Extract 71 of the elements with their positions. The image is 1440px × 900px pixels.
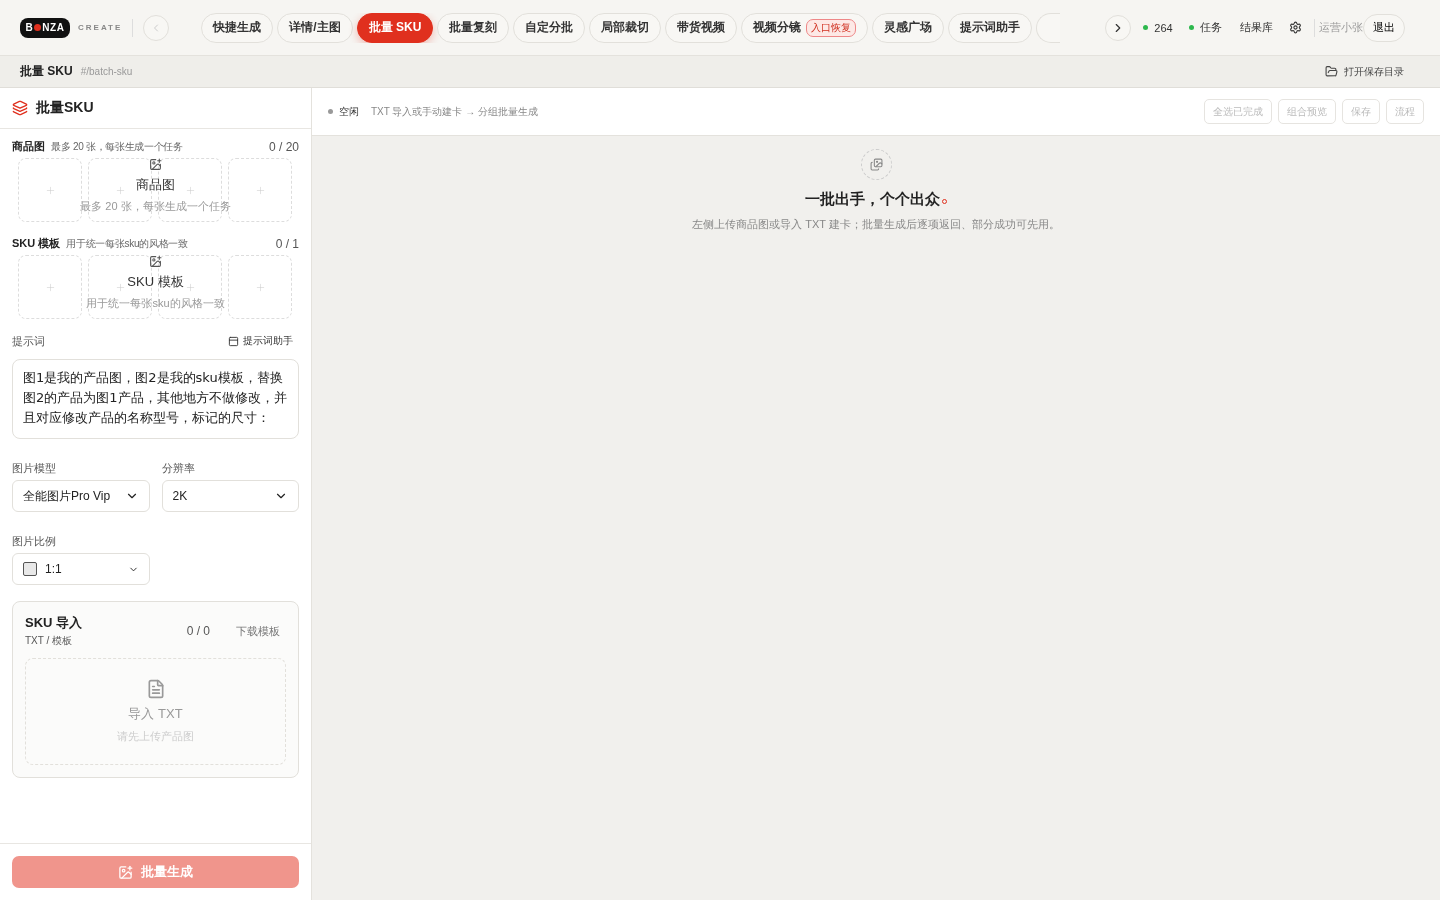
- image-add-icon: [118, 864, 133, 880]
- nav-tab[interactable]: 提示词助手: [948, 12, 1033, 43]
- upload-label: SKU 模板: [127, 273, 184, 291]
- square-icon: [23, 562, 37, 576]
- upload-count: 0 / 20: [268, 139, 299, 154]
- scroll-left-button[interactable]: [143, 14, 170, 41]
- plus-icon: [184, 281, 196, 293]
- upload-area[interactable]: 商品图 最多 20 张，每张生成一个任务: [12, 158, 299, 222]
- nav-tab[interactable]: 视频分镜 入口恢复: [741, 12, 869, 43]
- logo-tagline: CREATE: [78, 23, 123, 32]
- credits-count: 264: [1143, 21, 1173, 34]
- plus-icon: [114, 281, 126, 293]
- card-subtitle: TXT / 模板: [25, 634, 74, 648]
- field-label: 图片模型: [12, 461, 57, 476]
- plus-icon: [114, 184, 126, 196]
- plus-icon: [254, 281, 266, 293]
- logo: B NZA: [20, 17, 70, 38]
- status-indicator: 空闲: [328, 104, 359, 119]
- nav-tab[interactable]: 灵感广场: [872, 12, 945, 43]
- drop-title: 导入 TXT: [128, 705, 183, 723]
- field-label: 提示词: [12, 333, 45, 349]
- plus-icon: [254, 184, 266, 196]
- prompt-assistant-button[interactable]: 提示词助手: [222, 333, 299, 349]
- nav-tab[interactable]: 详情/主图: [277, 12, 353, 43]
- plus-icon: [44, 184, 56, 196]
- upload-hint: 最多 20 张，每张生成一个任务: [80, 199, 231, 214]
- scroll-right-button[interactable]: [1105, 14, 1132, 41]
- section-hint: 用于统一每张sku的风格一致: [66, 236, 188, 251]
- user-name: 运营小张: [1318, 20, 1363, 35]
- prompt-field[interactable]: 图1是我的产品图，图2是我的sku模板，替换图2的产品为图1产品，其他地方不做修改，并且对应修改产品的名称型号，标记的尺寸：: [12, 359, 299, 439]
- nav-tab[interactable]: 批量复刻: [437, 12, 510, 43]
- page-path: #/batch-sku: [80, 66, 133, 77]
- import-count: 0 / 0: [186, 624, 210, 638]
- ratio-select[interactable]: 1:1: [12, 553, 150, 585]
- image-add-icon: [149, 255, 162, 268]
- section-hint: 最多 20 张，每张生成一个任务: [51, 139, 183, 154]
- model-select[interactable]: 全能图片Pro Vip: [12, 480, 150, 512]
- card-title: SKU 导入: [25, 614, 83, 632]
- page-title: 批量 SKU: [20, 63, 73, 80]
- panel-title: 批量SKU: [36, 99, 94, 117]
- upload-hint: 用于统一每张sku的风格一致: [86, 296, 225, 311]
- field-label: 分辨率: [161, 461, 196, 476]
- nav-tab[interactable]: 带货视频: [665, 12, 738, 43]
- upload-label: 商品图: [136, 176, 175, 194]
- empty-hint: 左侧上传商品图或导入 TXT 建卡；批量生成后逐项返回、部分成功可先用。: [692, 217, 1060, 232]
- download-template-link[interactable]: 下载模板: [230, 622, 286, 640]
- empty-title: 一批出手，个个出众: [805, 190, 947, 209]
- layers-icon: [12, 100, 28, 116]
- open-folder-button[interactable]: 打开保存目录: [1319, 63, 1410, 80]
- section-label: 商品图: [12, 139, 45, 154]
- panel-icon: [228, 335, 239, 347]
- plus-icon: [184, 184, 196, 196]
- results-link[interactable]: 结果库: [1231, 20, 1281, 35]
- upload-area[interactable]: SKU 模板 用于统一每张sku的风格一致: [12, 255, 299, 319]
- logout-button[interactable]: 退出: [1362, 13, 1405, 42]
- upload-count: 0 / 1: [275, 236, 299, 251]
- tab-edge[interactable]: [1036, 12, 1061, 43]
- nav-tab[interactable]: 局部裁切: [589, 12, 662, 43]
- nav-tab[interactable]: 批量 SKU: [356, 12, 434, 43]
- flow-hint: TXT 导入或手动建卡 → 分组批量生成: [371, 104, 539, 119]
- nav-tab[interactable]: 自定分批: [513, 12, 586, 43]
- section-label: SKU 模板: [12, 236, 61, 251]
- settings-icon: [1288, 21, 1302, 34]
- nav-tab[interactable]: 快捷生成: [201, 12, 274, 43]
- image-add-icon: [149, 158, 162, 171]
- resolution-select[interactable]: 2K: [161, 480, 299, 512]
- tasks-link[interactable]: 任务: [1188, 20, 1222, 35]
- tab-badge: 入口恢复: [806, 18, 857, 37]
- plus-icon: [44, 281, 56, 293]
- folder-icon: [1325, 65, 1338, 78]
- field-label: 图片比例: [12, 534, 57, 549]
